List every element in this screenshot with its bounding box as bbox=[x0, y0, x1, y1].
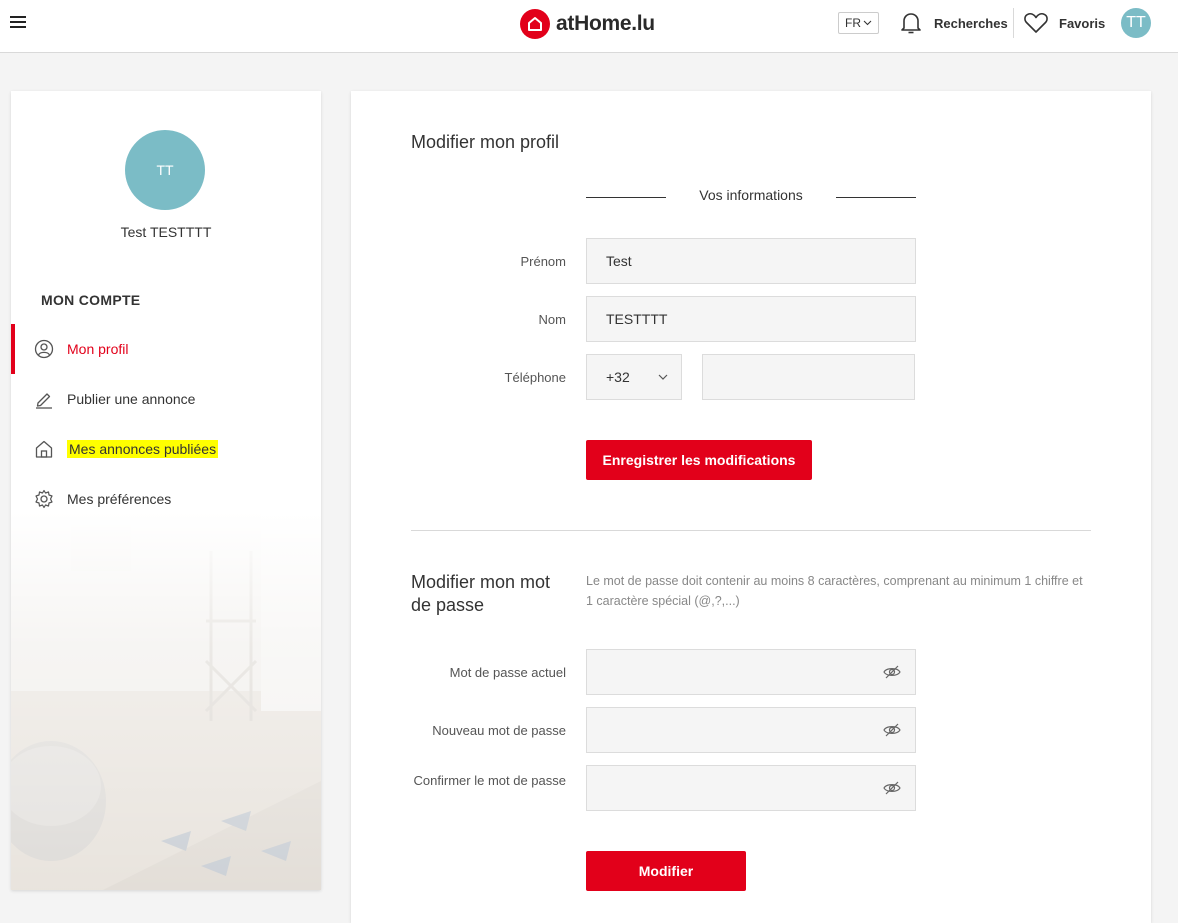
sidebar-item-mon-profil[interactable]: Mon profil bbox=[11, 324, 321, 374]
phone-number-input[interactable] bbox=[702, 354, 915, 400]
house-logo-icon bbox=[520, 9, 550, 39]
pencil-icon bbox=[36, 393, 52, 409]
confirm-password-input[interactable] bbox=[586, 765, 916, 811]
sidebar-item-label: Publier une annonce bbox=[67, 391, 196, 407]
hamburger-menu-icon[interactable] bbox=[10, 16, 26, 30]
recherches-link[interactable]: Recherches bbox=[898, 8, 1008, 38]
sidebar-item-mes-preferences[interactable]: Mes préférences bbox=[11, 479, 321, 519]
prenom-input[interactable]: Test bbox=[586, 238, 916, 284]
eye-slash-icon[interactable] bbox=[883, 664, 901, 680]
section-divider bbox=[411, 530, 1091, 531]
profile-avatar: TT bbox=[125, 130, 205, 210]
sidebar-item-mes-annonces[interactable]: Mes annonces publiées bbox=[11, 429, 321, 469]
house-icon bbox=[35, 440, 53, 458]
athome-logo[interactable]: atHome.lu bbox=[520, 8, 655, 40]
password-title: Modifier mon mot de passe bbox=[411, 572, 551, 615]
confirm-password-label: Confirmer le mot de passe bbox=[413, 773, 566, 788]
save-profile-button[interactable]: Enregistrer les modifications bbox=[586, 440, 812, 480]
phone-prefix-value: +32 bbox=[606, 369, 630, 385]
favoris-link[interactable]: Favoris bbox=[1023, 8, 1105, 38]
header-avatar[interactable]: TT bbox=[1121, 8, 1151, 38]
header-divider bbox=[1013, 8, 1014, 38]
nom-label: Nom bbox=[538, 312, 566, 327]
room-background-illustration bbox=[11, 511, 321, 890]
user-circle-icon bbox=[34, 339, 54, 359]
sidebar-item-publier-annonce[interactable]: Publier une annonce bbox=[11, 379, 321, 419]
main-panel: Modifier mon profil Vos informations Pré… bbox=[351, 91, 1151, 923]
current-password-input[interactable] bbox=[586, 649, 916, 695]
eye-slash-icon[interactable] bbox=[883, 722, 901, 738]
account-section-title: MON COMPTE bbox=[41, 292, 141, 308]
vos-informations-divider: Vos informations bbox=[586, 187, 916, 207]
top-header: atHome.lu FR Recherches Favoris TT bbox=[0, 0, 1178, 53]
heart-icon bbox=[1024, 12, 1048, 33]
new-password-label: Nouveau mot de passe bbox=[432, 723, 566, 738]
account-sidebar: TT Test TESTTTT MON COMPTE Mon profil Pu… bbox=[11, 91, 321, 890]
sidebar-item-label: Mes annonces publiées bbox=[67, 440, 219, 458]
chevron-down-icon bbox=[863, 20, 872, 26]
divider-line-right bbox=[836, 197, 916, 198]
profile-title: Modifier mon profil bbox=[411, 132, 560, 152]
favoris-label: Favoris bbox=[1059, 15, 1106, 31]
telephone-label: Téléphone bbox=[504, 370, 566, 385]
logo-text: atHome.lu bbox=[556, 12, 655, 35]
user-name: Test TESTTTT bbox=[120, 224, 212, 240]
prenom-label: Prénom bbox=[520, 254, 566, 269]
language-select[interactable]: FR bbox=[838, 12, 879, 34]
current-password-label: Mot de passe actuel bbox=[449, 665, 566, 680]
sidebar-item-label: Mes préférences bbox=[67, 491, 172, 507]
password-hint: Le mot de passe doit contenir au moins 8… bbox=[586, 574, 1083, 608]
language-value: FR bbox=[845, 16, 861, 30]
eye-slash-icon[interactable] bbox=[883, 780, 901, 796]
nom-input[interactable]: TESTTTT bbox=[586, 296, 916, 342]
modifier-password-button[interactable]: Modifier bbox=[586, 851, 746, 891]
bell-icon bbox=[901, 13, 921, 34]
chevron-down-icon bbox=[658, 374, 668, 380]
recherches-label: Recherches bbox=[934, 15, 1008, 31]
gear-icon bbox=[35, 489, 53, 509]
phone-prefix-select[interactable]: +32 bbox=[586, 354, 682, 400]
vos-informations-title: Vos informations bbox=[699, 187, 803, 203]
new-password-input[interactable] bbox=[586, 707, 916, 753]
sidebar-item-label: Mon profil bbox=[67, 341, 129, 357]
